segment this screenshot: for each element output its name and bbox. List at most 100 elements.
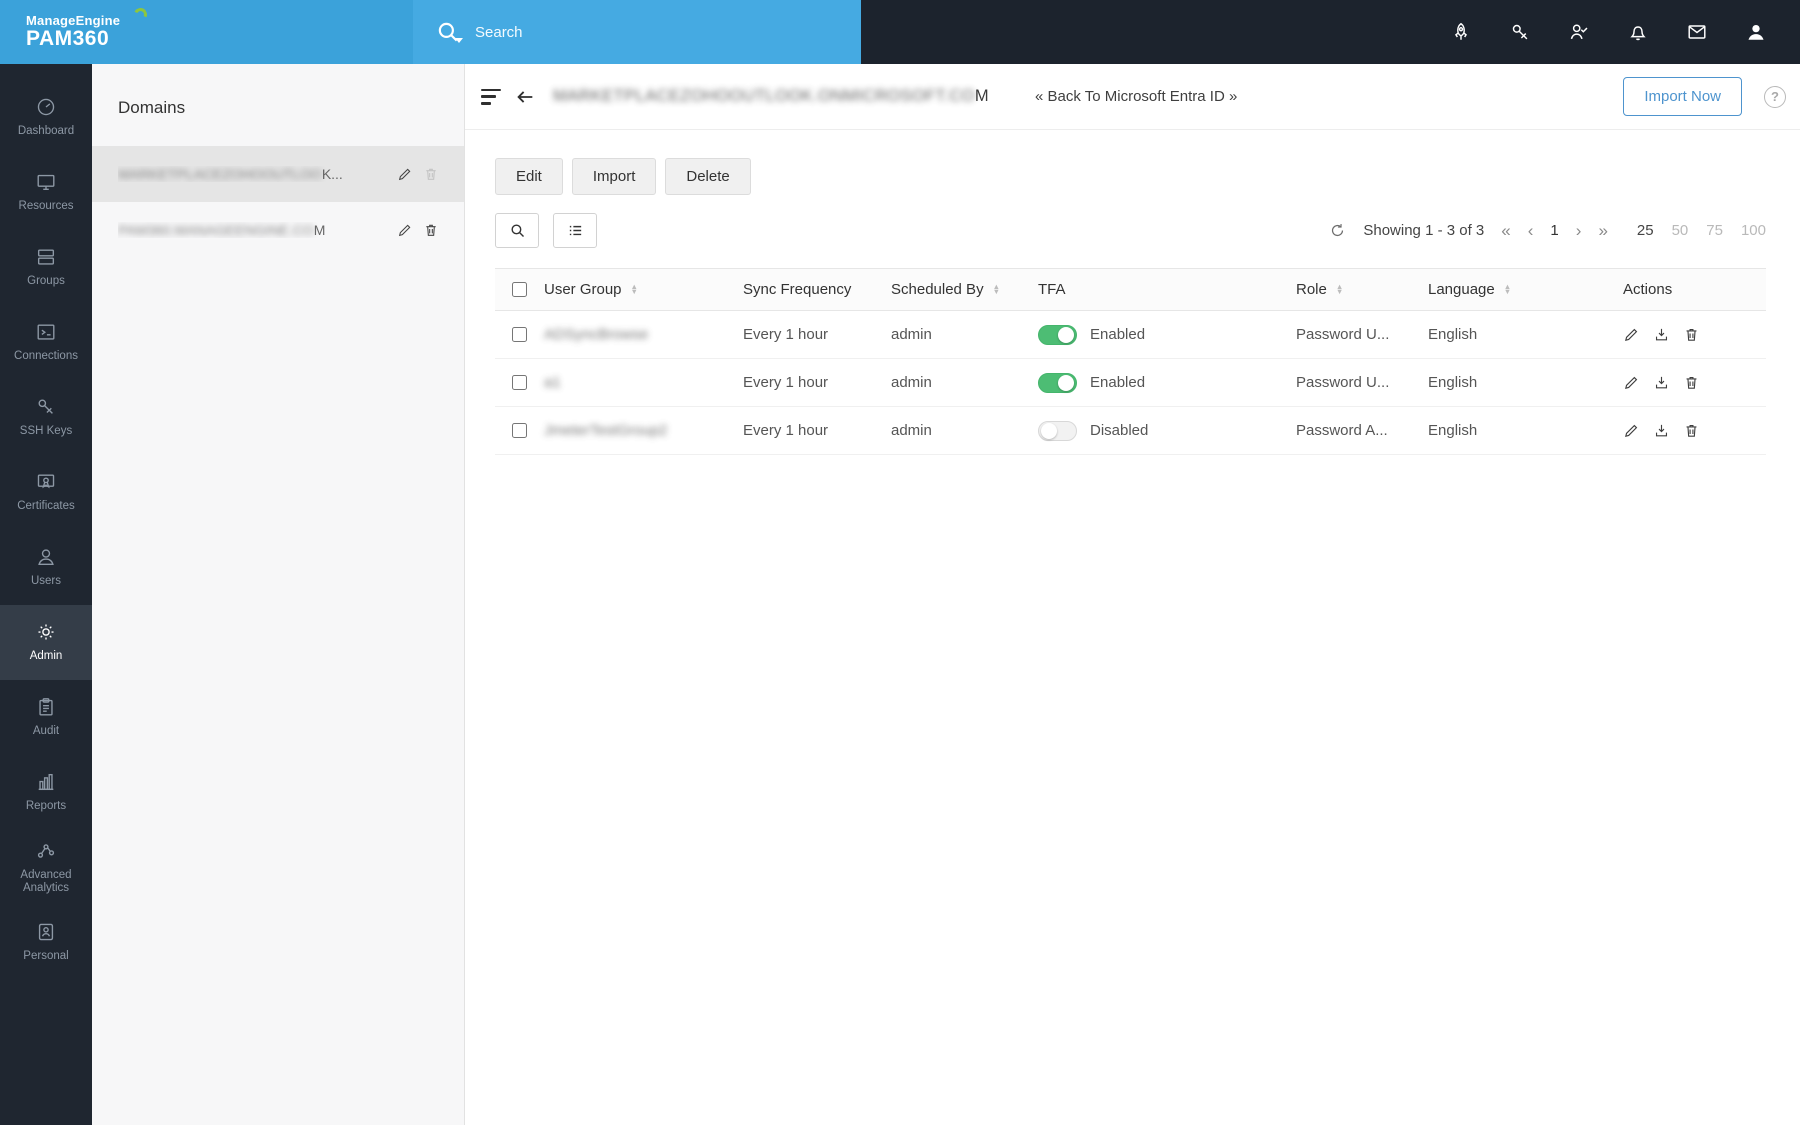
page-size-50[interactable]: 50	[1672, 222, 1689, 239]
sort-icon[interactable]: ▲ ▼	[1336, 283, 1343, 295]
tfa-status-label: Disabled	[1090, 422, 1149, 439]
col-actions: Actions	[1623, 281, 1673, 298]
tfa-status-label: Enabled	[1090, 326, 1146, 343]
sidebar-item-label: Users	[30, 575, 62, 588]
col-sync-frequency: Sync Frequency	[743, 281, 852, 298]
edit-button[interactable]: Edit	[495, 158, 563, 195]
search-icon[interactable]	[435, 19, 463, 45]
col-role: Role	[1296, 281, 1327, 298]
export-row-icon[interactable]	[1653, 326, 1670, 343]
sidebar-item-audit[interactable]: Audit	[0, 680, 92, 755]
domain-list-item[interactable]: PAM360.MANAGEENGINE.COM	[92, 202, 464, 258]
refresh-icon[interactable]	[1329, 222, 1346, 239]
quick-launch-icon[interactable]	[1449, 20, 1473, 44]
table-search-button[interactable]	[495, 213, 539, 248]
delete-button[interactable]: Delete	[665, 158, 751, 195]
select-all-checkbox[interactable]	[512, 282, 527, 297]
tfa-toggle[interactable]	[1038, 420, 1077, 441]
edit-row-icon[interactable]	[1623, 374, 1640, 391]
scheduled-by-value: admin	[891, 326, 932, 343]
access-review-icon[interactable]	[1567, 20, 1591, 44]
user-profile-icon[interactable]	[1744, 20, 1768, 44]
sidebar-item-label: SSH Keys	[19, 425, 73, 438]
role-value: Password U...	[1296, 374, 1390, 391]
global-search-bar[interactable]	[413, 0, 861, 64]
search-scope-caret-icon[interactable]	[455, 38, 463, 43]
main-nav-sidebar: Dashboard Resources Groups Connections S…	[0, 64, 92, 1125]
showing-count-text: Showing 1 - 3 of 3	[1363, 222, 1485, 239]
sidebar-item-label: Audit	[32, 725, 60, 738]
user-group-name: JmeterTestGroup2	[544, 422, 668, 439]
personal-icon	[38, 924, 54, 941]
page-size-100[interactable]: 100	[1741, 222, 1766, 239]
tfa-toggle[interactable]	[1038, 324, 1077, 345]
connections-icon	[37, 324, 55, 340]
sidebar-item-ssh-keys[interactable]: SSH Keys	[0, 380, 92, 455]
sidebar-item-users[interactable]: Users	[0, 530, 92, 605]
sync-frequency-value: Every 1 hour	[743, 422, 829, 439]
sidebar-item-admin[interactable]: Admin	[0, 605, 92, 680]
row-checkbox[interactable]	[512, 423, 527, 438]
brand-logo[interactable]: ManageEngine PAM360	[26, 6, 149, 50]
search-input[interactable]	[475, 23, 775, 41]
table-row: a1 Every 1 hour admin Enabled Password U…	[495, 359, 1766, 407]
topbar-actions	[861, 0, 1800, 64]
first-page-button[interactable]: «	[1501, 222, 1510, 239]
sidebar-item-advanced-analytics[interactable]: Advanced Analytics	[0, 830, 92, 905]
column-chooser-button[interactable]	[553, 213, 597, 248]
edit-domain-icon[interactable]	[392, 166, 418, 182]
export-row-icon[interactable]	[1653, 374, 1670, 391]
sidebar-item-resources[interactable]: Resources	[0, 155, 92, 230]
sort-icon[interactable]: ▲ ▼	[631, 283, 638, 295]
notifications-bell-icon[interactable]	[1626, 20, 1650, 44]
domains-panel-title: Domains	[118, 98, 186, 117]
collapse-panel-icon[interactable]	[481, 88, 503, 105]
domain-name: PAM360.MANAGEENGINE.COM	[118, 222, 326, 238]
edit-domain-icon[interactable]	[392, 222, 418, 238]
sidebar-item-dashboard[interactable]: Dashboard	[0, 80, 92, 155]
back-arrow-icon[interactable]	[513, 86, 537, 108]
user-group-name: ADSyncBrowse	[544, 326, 649, 343]
reports-icon	[38, 774, 54, 791]
mail-icon[interactable]	[1685, 20, 1709, 44]
back-to-entra-link[interactable]: « Back To Microsoft Entra ID »	[1035, 88, 1237, 105]
current-page: 1	[1550, 222, 1559, 239]
import-button[interactable]: Import	[571, 158, 657, 195]
delete-row-icon[interactable]	[1683, 374, 1700, 391]
help-icon[interactable]: ?	[1764, 85, 1786, 108]
sort-icon[interactable]: ▲ ▼	[1504, 283, 1511, 295]
last-page-button[interactable]: »	[1598, 222, 1607, 239]
delete-row-icon[interactable]	[1683, 326, 1700, 343]
delete-row-icon[interactable]	[1683, 422, 1700, 439]
col-tfa: TFA	[1038, 281, 1066, 298]
edit-row-icon[interactable]	[1623, 326, 1640, 343]
import-now-button[interactable]: Import Now	[1623, 77, 1742, 116]
main-header: MARKETPLACEZOHOOUTLOOK.ONMICROSOFT.COM «…	[465, 64, 1800, 130]
edit-row-icon[interactable]	[1623, 422, 1640, 439]
delete-domain-icon[interactable]	[418, 222, 444, 238]
password-request-icon[interactable]	[1508, 20, 1532, 44]
sidebar-item-personal[interactable]: Personal	[0, 905, 92, 980]
domain-list-item[interactable]: MARKETPLACEZOHOOUTLOOK...	[92, 146, 464, 202]
export-row-icon[interactable]	[1653, 422, 1670, 439]
sidebar-item-label: Connections	[14, 350, 78, 363]
sidebar-item-label: Groups	[27, 275, 65, 288]
row-checkbox[interactable]	[512, 375, 527, 390]
sidebar-item-label: Certificates	[17, 500, 75, 513]
row-checkbox[interactable]	[512, 327, 527, 342]
prev-page-button[interactable]: ‹	[1528, 222, 1534, 239]
sidebar-item-certificates[interactable]: Certificates	[0, 455, 92, 530]
sort-icon[interactable]: ▲ ▼	[993, 283, 1000, 295]
advanced-analytics-icon	[37, 844, 55, 858]
page-size-25[interactable]: 25	[1637, 222, 1654, 239]
sidebar-item-reports[interactable]: Reports	[0, 755, 92, 830]
sidebar-item-connections[interactable]: Connections	[0, 305, 92, 380]
next-page-button[interactable]: ›	[1576, 222, 1582, 239]
user-group-name: a1	[544, 374, 561, 391]
tfa-toggle[interactable]	[1038, 372, 1077, 393]
scheduled-by-value: admin	[891, 374, 932, 391]
page-size-75[interactable]: 75	[1706, 222, 1723, 239]
sidebar-item-groups[interactable]: Groups	[0, 230, 92, 305]
col-language: Language	[1428, 281, 1495, 298]
dashboard-icon	[37, 99, 55, 116]
